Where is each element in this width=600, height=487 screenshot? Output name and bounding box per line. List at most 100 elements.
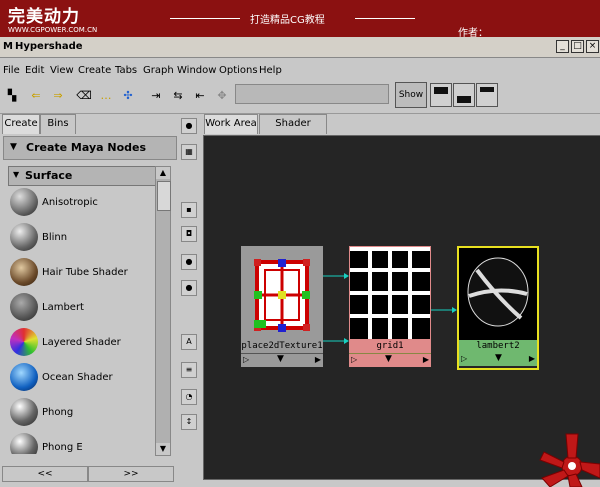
list-item-label: Hair Tube Shader bbox=[42, 267, 128, 278]
menu-view[interactable]: View bbox=[50, 65, 74, 76]
surface-node-list: Anisotropic Blinn Hair Tube Shader Lambe… bbox=[8, 186, 154, 454]
scroll-left-button[interactable]: << bbox=[2, 466, 88, 482]
layout-top-icon[interactable] bbox=[430, 83, 452, 107]
lambert-swatch-icon bbox=[10, 293, 38, 321]
sort-time-icon[interactable]: ◔ bbox=[181, 389, 197, 405]
scroll-up-icon[interactable]: ▲ bbox=[156, 167, 170, 179]
site-banner: 完美动力 WWW.CGPOWER.COM.CN 打造精品CG教程 作者： bbox=[0, 0, 600, 37]
menu-tabs[interactable]: Tabs bbox=[115, 65, 137, 76]
minimize-button[interactable]: _ bbox=[556, 40, 569, 53]
triangle-down-icon: ▼ bbox=[13, 170, 20, 179]
window-title: Hypershade bbox=[15, 41, 83, 52]
create-maya-nodes-header[interactable]: ▼ Create Maya Nodes bbox=[3, 136, 177, 160]
list-item-label: Phong E bbox=[42, 442, 83, 453]
menu-create[interactable]: Create bbox=[78, 65, 111, 76]
node-controls: ▷ ▼ ▶ bbox=[349, 353, 431, 367]
scroll-right-button[interactable]: >> bbox=[88, 466, 174, 482]
list-item-label: Blinn bbox=[42, 232, 68, 243]
list-item[interactable]: Layered Shader bbox=[8, 326, 154, 360]
site-logo: 完美动力 bbox=[8, 7, 80, 27]
banner-divider-right bbox=[355, 18, 415, 19]
layout-split-icon[interactable] bbox=[476, 83, 498, 107]
input-connections-icon[interactable]: ⇥ bbox=[146, 87, 166, 105]
tab-shader-library[interactable]: Shader Library bbox=[259, 114, 327, 147]
list-item-label: Phong bbox=[42, 407, 74, 418]
triangle-down-icon: ▼ bbox=[10, 142, 17, 152]
close-button[interactable]: × bbox=[586, 40, 599, 53]
node-expand-icon[interactable]: ▼ bbox=[385, 354, 392, 364]
layout-bottom-icon[interactable] bbox=[453, 83, 475, 107]
node-expand-icon[interactable]: ▼ bbox=[495, 353, 502, 363]
list-item[interactable]: Ocean Shader bbox=[8, 361, 154, 395]
scroll-thumb[interactable] bbox=[157, 181, 171, 211]
lambert-node[interactable]: lambert2 ▷ ▼ ▶ bbox=[457, 246, 539, 370]
menu-graph[interactable]: Graph bbox=[143, 65, 174, 76]
list-item[interactable]: Phong bbox=[8, 396, 154, 430]
io-connections-icon[interactable]: ⇆ bbox=[168, 87, 188, 105]
node-list-scrollbar[interactable]: ▲ ▼ bbox=[155, 166, 171, 456]
hypershade-toolbar: ▚ ⇐ ⇒ ⌫ … ✣ ⇥ ⇆ ⇤ ✥ Show bbox=[0, 80, 600, 114]
maximize-button[interactable]: □ bbox=[571, 40, 584, 53]
side-icon-strip: ● ▦ ▪ ◘ ● ● A ≡ ◔ ↕ bbox=[178, 114, 200, 487]
create-header-label: Create Maya Nodes bbox=[26, 141, 147, 154]
maya-icon: M bbox=[3, 41, 13, 52]
large-swatch-icon[interactable]: ● bbox=[181, 254, 197, 270]
menu-options[interactable]: Options bbox=[219, 65, 258, 76]
place2d-texture-icon bbox=[241, 246, 323, 340]
arrow-left-icon[interactable]: ⇐ bbox=[26, 87, 46, 105]
dots-icon[interactable]: … bbox=[96, 87, 116, 105]
menu-file[interactable]: File bbox=[3, 65, 20, 76]
menu-window[interactable]: Window bbox=[177, 65, 216, 76]
node-input-icon[interactable]: ▷ bbox=[351, 355, 357, 364]
banner-slogan: 打造精品CG教程 bbox=[250, 15, 325, 26]
window-titlebar: M Hypershade _ □ × bbox=[0, 37, 600, 58]
list-item[interactable]: Lambert bbox=[8, 291, 154, 325]
huge-swatch-icon[interactable]: ● bbox=[181, 280, 197, 296]
surface-section-header[interactable]: ▼ Surface bbox=[8, 166, 156, 186]
menu-help[interactable]: Help bbox=[259, 65, 282, 76]
tab-create[interactable]: Create bbox=[2, 114, 40, 134]
small-swatch-icon[interactable]: ▪ bbox=[181, 202, 197, 218]
node-output-icon[interactable]: ▶ bbox=[529, 354, 535, 363]
node-expand-icon[interactable]: ▼ bbox=[277, 354, 284, 364]
toggle-panel-icon[interactable]: ▚ bbox=[2, 87, 22, 105]
sort-reverse-icon[interactable]: ↕ bbox=[181, 414, 197, 430]
grid-swatch bbox=[349, 246, 431, 340]
lambert-label: lambert2 bbox=[459, 340, 537, 353]
node-output-icon[interactable]: ▶ bbox=[423, 355, 429, 364]
tab-bins[interactable]: Bins bbox=[40, 114, 76, 134]
sort-name-icon[interactable]: A bbox=[181, 334, 197, 350]
grid-label: grid1 bbox=[349, 340, 431, 353]
rearrange-icon[interactable]: ✥ bbox=[212, 87, 232, 105]
list-item[interactable]: Phong E bbox=[8, 431, 154, 454]
tab-work-area[interactable]: Work Area bbox=[204, 114, 258, 134]
node-input-icon[interactable]: ▷ bbox=[243, 355, 249, 364]
list-item-label: Layered Shader bbox=[42, 337, 121, 348]
grid-view-icon[interactable]: ▦ bbox=[181, 144, 197, 160]
sort-type-icon[interactable]: ≡ bbox=[181, 362, 197, 378]
menu-bar: File Edit View Create Tabs Graph Window … bbox=[0, 58, 600, 80]
node-controls: ▷ ▼ ▶ bbox=[459, 353, 537, 366]
menu-edit[interactable]: Edit bbox=[25, 65, 44, 76]
list-item[interactable]: Blinn bbox=[8, 221, 154, 255]
network-icon[interactable]: ✣ bbox=[118, 87, 138, 105]
node-input-icon[interactable]: ▷ bbox=[461, 354, 467, 363]
node-controls: ▷ ▼ ▶ bbox=[241, 353, 323, 367]
sphere-icon[interactable]: ● bbox=[181, 118, 197, 134]
arrow-right-icon[interactable]: ⇒ bbox=[48, 87, 68, 105]
list-item[interactable]: Hair Tube Shader bbox=[8, 256, 154, 290]
eraser-icon[interactable]: ⌫ bbox=[74, 87, 94, 105]
list-item[interactable]: Anisotropic bbox=[8, 186, 154, 220]
show-field[interactable] bbox=[235, 84, 389, 104]
work-area-canvas[interactable]: place2dTexture1 ▷ ▼ ▶ grid1 ▷ ▼ ▶ lamber… bbox=[203, 135, 600, 480]
output-connections-icon[interactable]: ⇤ bbox=[190, 87, 210, 105]
node-output-icon[interactable]: ▶ bbox=[315, 355, 321, 364]
watermark-logo-icon bbox=[539, 433, 600, 487]
lambert-sphere-icon bbox=[459, 248, 537, 340]
phong-e-swatch-icon bbox=[10, 433, 38, 454]
scroll-down-icon[interactable]: ▼ bbox=[156, 443, 170, 455]
grid-pattern-icon bbox=[350, 247, 430, 339]
list-item-label: Lambert bbox=[42, 302, 84, 313]
medium-swatch-icon[interactable]: ◘ bbox=[181, 226, 197, 242]
show-button[interactable]: Show bbox=[395, 82, 427, 108]
